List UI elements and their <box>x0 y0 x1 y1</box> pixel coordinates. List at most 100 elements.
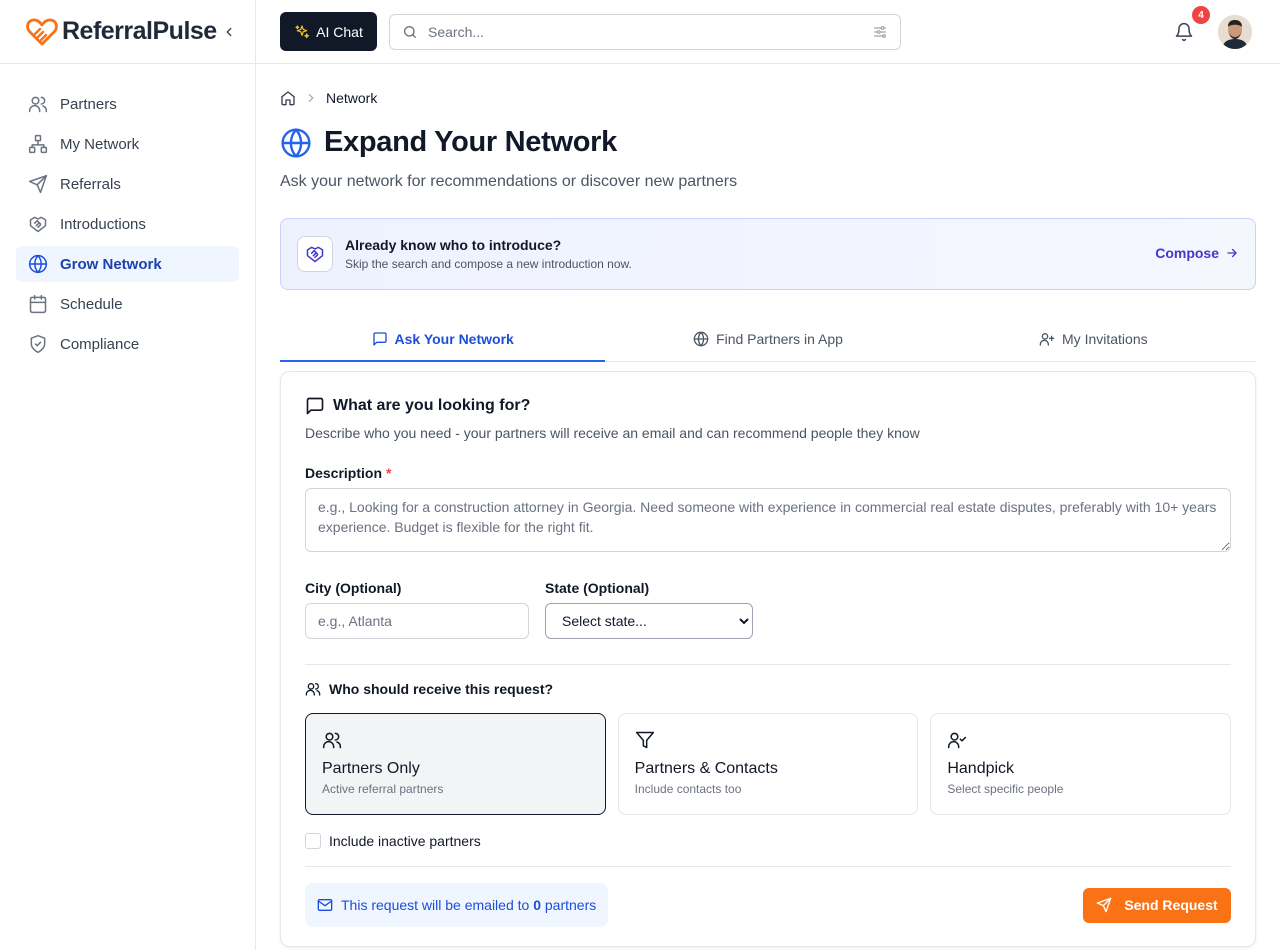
page-title: Expand Your Network <box>324 126 617 158</box>
tab-label: Ask Your Network <box>394 330 514 347</box>
request-form-card: What are you looking for? Describe who y… <box>280 371 1256 947</box>
option-title: Partners Only <box>322 760 420 777</box>
include-inactive-checkbox[interactable] <box>305 833 321 849</box>
users-icon <box>322 732 342 749</box>
user-avatar-icon <box>1218 15 1252 49</box>
ai-chat-label: AI Chat <box>316 23 363 40</box>
sidebar-item-label: My Network <box>60 135 140 153</box>
sidebar-item-label: Partners <box>60 95 117 113</box>
notice-count: 0 <box>533 897 541 913</box>
search-input[interactable] <box>428 24 872 40</box>
send-icon <box>1096 897 1112 913</box>
chevron-right-icon <box>308 93 314 103</box>
sidebar-item-label: Grow Network <box>60 255 162 273</box>
sidebar-item-partners[interactable]: Partners <box>16 86 239 122</box>
city-label: City (Optional) <box>305 580 402 596</box>
banner-subtitle: Skip the search and compose a new introd… <box>345 257 632 271</box>
city-group: City (Optional) <box>305 580 529 639</box>
tab-label: Find Partners in App <box>716 330 843 347</box>
ai-chat-button[interactable]: AI Chat <box>280 12 377 51</box>
users-icon <box>28 96 48 113</box>
option-partners-and-contacts[interactable]: Partners & Contacts Include contacts too <box>617 713 919 815</box>
banner-title: Already know who to introduce? <box>345 237 562 253</box>
city-input[interactable] <box>305 603 529 639</box>
bell-icon[interactable] <box>1174 22 1194 42</box>
tabs: Ask Your Network Find Partners in App My… <box>280 316 1256 362</box>
location-row: City (Optional) State (Optional) Select … <box>305 580 1231 639</box>
form-title: What are you looking for? <box>333 397 531 414</box>
sidebar-item-introductions[interactable]: Introductions <box>16 206 239 242</box>
message-square-icon <box>306 397 324 415</box>
sidebar-item-schedule[interactable]: Schedule <box>16 286 239 322</box>
globe-icon <box>281 127 311 158</box>
sidebar-item-compliance[interactable]: Compliance <box>16 326 239 362</box>
sidebar-item-referrals[interactable]: Referrals <box>16 166 239 202</box>
user-plus-icon <box>1039 332 1055 346</box>
option-handpick[interactable]: Handpick Select specific people <box>930 713 1232 815</box>
sparkles-icon <box>295 24 310 38</box>
recipients-label-row: Who should receive this request? <box>305 681 1231 697</box>
recipients-label: Who should receive this request? <box>329 681 554 697</box>
option-partners-only[interactable]: Partners Only Active referral partners <box>305 713 606 815</box>
divider <box>305 664 1231 665</box>
notice-prefix: This request will be emailed to <box>341 897 530 913</box>
home-icon[interactable] <box>280 90 296 106</box>
sidebar-item-my-network[interactable]: My Network <box>16 126 239 162</box>
page-subtitle: Ask your network for recommendations or … <box>280 173 738 190</box>
tab-find-partners-in-app[interactable]: Find Partners in App <box>605 316 930 361</box>
handshake-icon <box>306 246 324 263</box>
network-icon <box>28 134 48 154</box>
description-label: Description * <box>305 465 1231 481</box>
handshake-icon <box>29 216 47 233</box>
divider <box>305 866 1231 867</box>
filter-sliders-icon[interactable] <box>872 24 888 40</box>
notice-text: This request will be emailed to 0 partne… <box>341 897 596 913</box>
sidebar-item-label: Compliance <box>60 335 140 353</box>
users-icon <box>305 683 321 696</box>
form-header: What are you looking for? <box>305 396 1231 416</box>
brand-name: ReferralPulse <box>62 17 217 45</box>
state-group: State (Optional) Select state... <box>545 580 753 639</box>
option-subtitle: Select specific people <box>947 782 1064 796</box>
recipient-options: Partners Only Active referral partners P… <box>305 713 1232 815</box>
compose-link[interactable]: Compose <box>1155 245 1239 261</box>
sidebar-nav: Partners My Network Referrals Introducti… <box>0 64 255 362</box>
tab-ask-your-network[interactable]: Ask Your Network <box>280 316 606 362</box>
include-inactive-row: Include inactive partners <box>305 833 1231 849</box>
send-request-label: Send Request <box>1124 897 1218 913</box>
sidebar-item-label: Referrals <box>60 175 121 193</box>
collapse-sidebar-button[interactable] <box>219 22 239 42</box>
option-subtitle: Active referral partners <box>322 782 444 796</box>
breadcrumb-current: Network <box>326 90 378 106</box>
arrow-right-icon <box>1227 248 1237 258</box>
description-label-text: Description <box>305 465 383 481</box>
main-content: Network Expand Your Network Ask your net… <box>280 64 1256 947</box>
brand-logo-icon[interactable] <box>26 16 58 48</box>
compose-label: Compose <box>1155 245 1219 261</box>
mail-icon <box>317 899 333 911</box>
notification-badge: 4 <box>1192 6 1210 24</box>
search-box <box>389 14 901 50</box>
state-select[interactable]: Select state... <box>545 603 753 639</box>
search-icon <box>404 26 416 38</box>
sidebar: ReferralPulse Partners My Network Referr… <box>0 0 256 950</box>
tab-label: My Invitations <box>1062 330 1148 347</box>
tab-my-invitations[interactable]: My Invitations <box>931 316 1256 361</box>
sidebar-item-label: Introductions <box>60 215 146 233</box>
notice-suffix: partners <box>544 897 597 913</box>
message-square-icon <box>372 331 387 346</box>
state-label: State (Optional) <box>545 580 650 596</box>
send-icon <box>28 174 48 194</box>
send-request-button[interactable]: Send Request <box>1083 887 1231 923</box>
form-description: Describe who you need - your partners wi… <box>305 425 920 441</box>
top-bar: AI Chat 4 <box>256 0 1280 64</box>
include-inactive-label: Include inactive partners <box>329 833 481 849</box>
shield-check-icon <box>30 334 46 354</box>
sidebar-item-grow-network[interactable]: Grow Network <box>16 246 239 282</box>
calendar-icon <box>29 294 47 314</box>
compose-banner: Already know who to introduce? Skip the … <box>280 218 1256 290</box>
description-field[interactable] <box>305 488 1231 552</box>
option-title: Handpick <box>947 760 1015 777</box>
user-check-icon <box>948 732 967 749</box>
avatar[interactable] <box>1218 15 1252 49</box>
